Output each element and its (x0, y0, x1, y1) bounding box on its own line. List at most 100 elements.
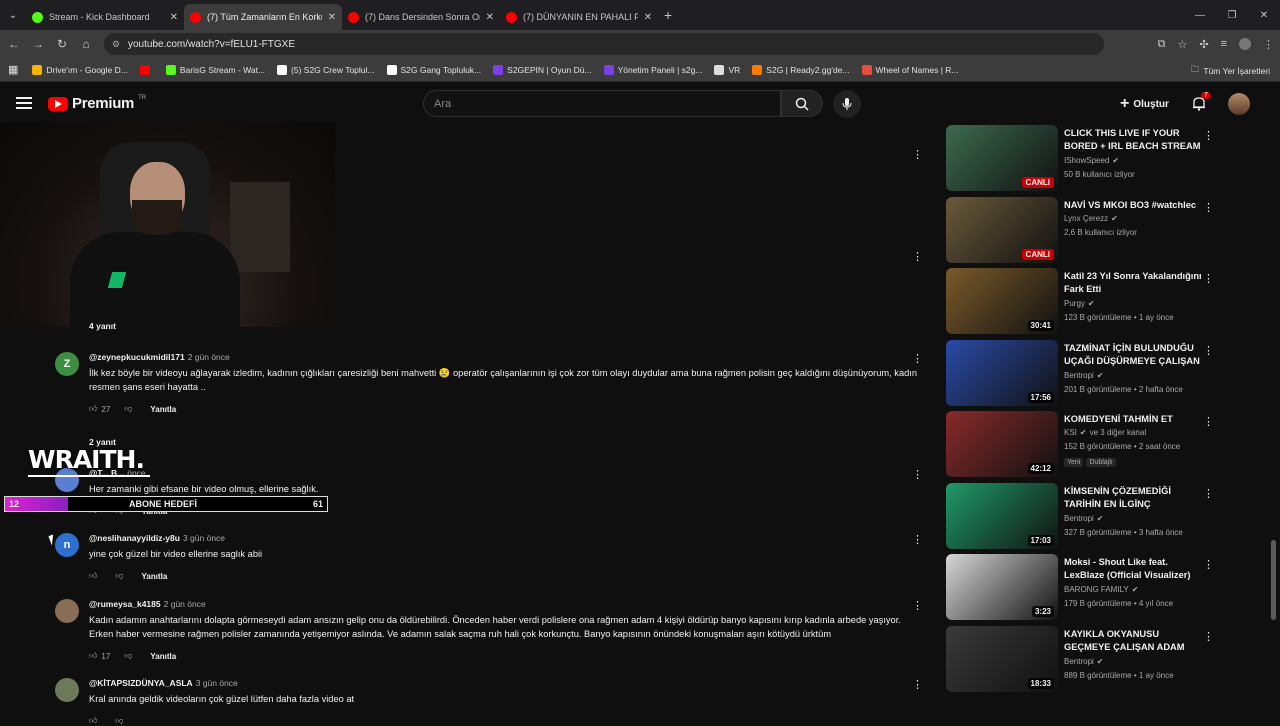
profile-icon[interactable] (1239, 38, 1251, 50)
bookmark-item[interactable]: Yönetim Paneli | s2g... (603, 64, 702, 75)
comment-avatar[interactable]: n (55, 533, 79, 557)
maximize-icon[interactable]: ❐ (1216, 10, 1248, 21)
apps-grid-icon[interactable]: ▦ (8, 63, 18, 76)
reload-icon[interactable]: ↻ (50, 37, 74, 51)
comment-time[interactable]: 2 gün önce (188, 352, 230, 362)
video-menu-icon[interactable]: ⋮ (1203, 201, 1214, 214)
close-tab-icon[interactable]: ✕ (170, 12, 178, 23)
view-replies-button[interactable]: 4 yanıt (89, 321, 116, 331)
bookmark-item[interactable]: Drive'ım - Google D... (32, 64, 128, 75)
notifications-button[interactable]: 7 (1192, 92, 1211, 116)
voice-search-button[interactable] (833, 90, 861, 118)
minimize-icon[interactable]: — (1184, 10, 1216, 21)
reply-button[interactable]: Yanıtla (150, 652, 176, 661)
related-video[interactable]: 3:23 Moksi - Shout Like feat. LexBlaze (O… (946, 554, 1216, 620)
video-menu-icon[interactable]: ⋮ (1203, 630, 1214, 643)
comment-author[interactable]: @rumeysa_k4185 (89, 599, 161, 609)
comment-author[interactable]: @neslihanayyildiz-y8u (89, 533, 180, 543)
bookmark-star-icon[interactable]: ☆ (1177, 38, 1187, 51)
related-video[interactable]: CANLI CLICK THIS LIVE IF YOUR BORED + IRL… (946, 125, 1216, 191)
video-title[interactable]: Moksi - Shout Like feat. LexBlaze (Offic… (1064, 556, 1202, 582)
tab-2[interactable]: (7) Dans Dersinden Sonra Orta ✕ (342, 4, 500, 30)
video-thumbnail[interactable]: 42:12 (946, 411, 1058, 477)
dislike-icon[interactable]: 👎︎ (124, 651, 132, 661)
comment-author[interactable]: @zeynepkucukmidil171 (89, 352, 185, 362)
youtube-logo[interactable]: Premium TR (48, 95, 146, 112)
comment-time[interactable]: 3 gün önce (183, 533, 225, 543)
video-thumbnail[interactable]: CANLI (946, 125, 1058, 191)
video-thumbnail[interactable]: 3:23 (946, 554, 1058, 620)
related-video[interactable]: 30:41 Katil 23 Yıl Sonra Yakalandığını Fa… (946, 268, 1216, 334)
video-menu-icon[interactable]: ⋮ (1203, 129, 1214, 142)
bookmark-item[interactable]: S2G Gang Topluluk... (386, 64, 481, 75)
tab-3[interactable]: (7) DÜNYANIN EN PAHALI FELA ✕ (500, 4, 658, 30)
video-channel[interactable]: IShowSpeed ✔ (1064, 156, 1119, 165)
video-menu-icon[interactable]: ⋮ (1203, 558, 1214, 571)
comment-avatar[interactable] (55, 599, 79, 623)
comment-menu-icon[interactable]: ⋮ (912, 250, 923, 263)
search-input[interactable]: Ara (423, 90, 781, 117)
back-icon[interactable]: ← (2, 37, 26, 51)
comment-menu-icon[interactable]: ⋮ (912, 599, 923, 612)
video-title[interactable]: NAVİ VS MKOI BO3 #watchlec (1064, 199, 1202, 212)
video-title[interactable]: CLICK THIS LIVE IF YOUR BORED + IRL BEAC… (1064, 127, 1202, 155)
video-thumbnail[interactable]: 18:33 (946, 625, 1058, 692)
menu-kebab-icon[interactable]: ⋮ (1263, 38, 1274, 51)
close-tab-icon[interactable]: ✕ (328, 12, 336, 23)
account-avatar[interactable] (1228, 93, 1250, 115)
scrollbar-thumb[interactable] (1271, 540, 1276, 620)
related-video[interactable]: 17:03 KİMSENİN ÇÖZEMEDİĞİ TARİHİN EN İLGİ… (946, 482, 1216, 549)
comment-menu-icon[interactable]: ⋮ (912, 678, 923, 691)
bookmark-item[interactable]: S2GEPIN | Oyun Dü... (493, 64, 592, 75)
close-tab-icon[interactable]: ✕ (644, 12, 652, 23)
video-title[interactable]: KAYIKLA OKYANUSU GEÇMEYE ÇALIŞAN ADAM (1064, 628, 1202, 654)
comment-menu-icon[interactable]: ⋮ (912, 148, 923, 161)
video-menu-icon[interactable]: ⋮ (1203, 415, 1214, 428)
like-icon[interactable]: 👍︎ (89, 404, 97, 414)
bookmark-item[interactable] (139, 64, 154, 75)
bookmark-item[interactable]: BarisG Stream - Wat... (165, 64, 265, 75)
forward-icon[interactable]: → (26, 37, 50, 51)
reply-button[interactable]: Yanıtla (150, 405, 176, 414)
menu-icon[interactable] (16, 97, 32, 109)
new-tab-button[interactable]: + (664, 7, 672, 23)
video-channel[interactable]: BARONG FAMILY ✔ (1064, 585, 1138, 594)
close-tab-icon[interactable]: ✕ (486, 12, 494, 23)
like-icon[interactable]: 👍︎ (89, 651, 97, 661)
bookmark-item[interactable]: VR (714, 64, 740, 75)
comment-avatar[interactable]: Z (55, 352, 79, 376)
home-icon[interactable]: ⌂ (74, 37, 98, 51)
video-title[interactable]: TAZMİNAT İÇİN BULUNDUĞU UÇAĞI DÜŞÜRMEYE … (1064, 342, 1202, 370)
like-icon[interactable]: 👍︎ (89, 716, 97, 726)
reply-button[interactable]: Yanıtla (142, 572, 168, 581)
related-video[interactable]: 42:12 KOMEDYENİ TAHMİN ET KSI ✔ ve 3 diğer k… (946, 411, 1216, 477)
tab-search-icon[interactable]: ⌄ (0, 0, 26, 30)
create-button[interactable]: + Oluştur (1120, 91, 1169, 117)
related-video[interactable]: 17:56 TAZMİNAT İÇİN BULUNDUĞU UÇAĞI DÜŞÜR… (946, 339, 1216, 406)
video-channel[interactable]: Bentropi ✔ (1064, 371, 1104, 380)
tab-0[interactable]: Stream - Kick Dashboard ✕ (26, 4, 184, 30)
video-channel[interactable]: Purgy ✔ (1064, 299, 1095, 308)
bookmark-item[interactable]: Wheel of Names | R... (861, 64, 959, 75)
video-title[interactable]: KİMSENİN ÇÖZEMEDİĞİ TARİHİN EN İLGİNÇ KA… (1064, 485, 1202, 513)
extensions-icon[interactable]: ✣ (1199, 38, 1208, 51)
comment-time[interactable]: 2 gün önce (164, 599, 206, 609)
install-app-icon[interactable]: ⧉ (1158, 38, 1166, 51)
dislike-icon[interactable]: 👎︎ (115, 716, 123, 726)
related-video[interactable]: CANLI NAVİ VS MKOI BO3 #watchlec Lynx Çere… (946, 196, 1216, 263)
like-icon[interactable]: 👍︎ (89, 571, 97, 581)
video-channel[interactable]: Bentropi ✔ (1064, 657, 1104, 666)
video-menu-icon[interactable]: ⋮ (1203, 487, 1214, 500)
comment-author[interactable]: @KİTAPSIZDÜNYA_ASLA (89, 678, 193, 688)
video-thumbnail[interactable]: CANLI (946, 196, 1058, 263)
video-channel[interactable]: KSI ✔ ve 3 diğer kanal (1064, 428, 1146, 437)
all-bookmarks[interactable]: 🗀 Tüm Yer İşaretleri (1191, 64, 1270, 78)
site-info-icon[interactable]: ⚙ (112, 39, 120, 50)
close-window-icon[interactable]: ✕ (1248, 10, 1280, 21)
related-video[interactable]: 18:33 KAYIKLA OKYANUSU GEÇMEYE ÇALIŞAN AD… (946, 625, 1216, 692)
comment-menu-icon[interactable]: ⋮ (912, 533, 923, 546)
video-title[interactable]: KOMEDYENİ TAHMİN ET (1064, 413, 1202, 426)
bookmark-item[interactable]: (5) S2G Crew Toplul... (277, 64, 375, 75)
video-thumbnail[interactable]: 17:56 (946, 339, 1058, 406)
video-thumbnail[interactable]: 30:41 (946, 268, 1058, 334)
